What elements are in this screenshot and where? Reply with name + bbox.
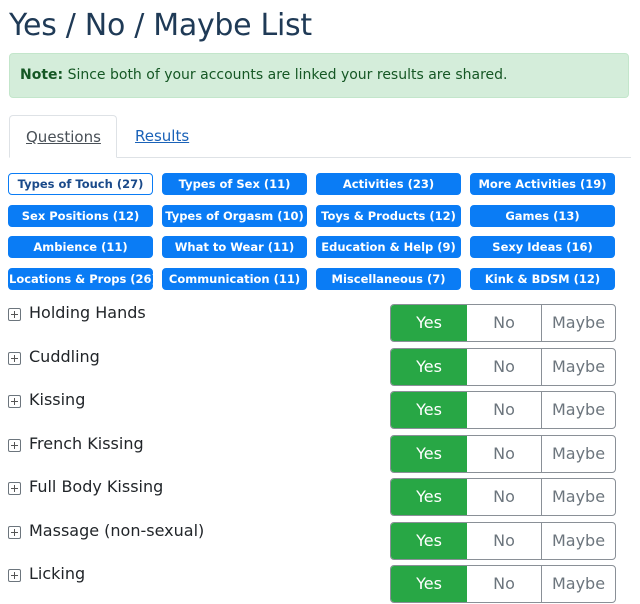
category-button[interactable]: Types of Orgasm (10) [162,204,307,227]
category-button[interactable]: Toys & Products (12) [316,204,461,227]
no-button[interactable]: No [467,566,542,602]
expand-plus-icon[interactable] [8,482,21,495]
answer-button-group: Yes No Maybe [390,565,616,603]
no-button[interactable]: No [467,305,542,341]
category-button[interactable]: Kink & BDSM (12) [470,268,615,291]
question-label: Licking [29,564,86,583]
yes-button[interactable]: Yes [391,305,467,341]
category-button[interactable]: Ambience (11) [8,236,153,259]
maybe-button[interactable]: Maybe [542,305,615,341]
expand-plus-icon[interactable] [8,308,21,321]
category-button[interactable]: Education & Help (9) [316,236,461,259]
note-label: Note: [20,67,64,83]
note-text: Since both of your accounts are linked y… [63,67,508,83]
maybe-button[interactable]: Maybe [542,436,615,472]
question-label: Holding Hands [29,303,146,322]
yes-button[interactable]: Yes [391,479,467,515]
answer-button-group: Yes No Maybe [390,478,616,516]
category-button[interactable]: Types of Touch (27) [8,173,153,195]
question-row: Cuddling Yes No Maybe [0,347,640,387]
yes-button[interactable]: Yes [391,566,467,602]
question-row: Licking Yes No Maybe [0,564,640,604]
no-button[interactable]: No [467,479,542,515]
answer-button-group: Yes No Maybe [390,391,616,429]
answer-button-group: Yes No Maybe [390,521,616,560]
no-button[interactable]: No [467,522,542,559]
question-label: Cuddling [29,346,100,366]
answer-button-group: Yes No Maybe [390,304,616,342]
category-button[interactable]: Miscellaneous (7) [316,268,461,291]
category-button[interactable]: What to Wear (11) [162,236,307,259]
question-label: Full Body Kissing [29,477,164,496]
category-button[interactable]: Sex Positions (12) [8,204,153,227]
category-button[interactable]: Types of Sex (11) [162,173,307,195]
maybe-button[interactable]: Maybe [542,523,615,559]
question-row: Holding Hands Yes No Maybe [0,303,640,343]
category-button[interactable]: Games (13) [470,204,615,227]
tab-results[interactable]: Results [119,115,205,157]
question-row: French Kissing Yes No Maybe [0,434,640,474]
expand-plus-icon[interactable] [8,351,21,365]
category-button[interactable]: Activities (23) [316,173,461,195]
no-button[interactable]: No [467,435,542,472]
expand-plus-icon[interactable] [8,395,21,408]
maybe-button[interactable]: Maybe [542,392,615,428]
no-button[interactable]: No [467,392,542,428]
category-button[interactable]: More Activities (19) [470,173,615,195]
yes-button[interactable]: Yes [391,392,467,428]
question-label: French Kissing [29,433,144,453]
maybe-button[interactable]: Maybe [542,566,615,602]
yes-button[interactable]: Yes [391,348,467,385]
expand-plus-icon[interactable] [8,525,21,539]
maybe-button[interactable]: Maybe [542,479,615,515]
category-button[interactable]: Sexy Ideas (16) [470,236,615,259]
question-row: Kissing Yes No Maybe [0,390,640,430]
question-label: Massage (non-sexual) [29,520,205,540]
tab-questions[interactable]: Questions [9,115,117,158]
category-button[interactable]: Communication (11) [162,268,307,291]
question-row: Massage (non-sexual) Yes No Maybe [0,521,640,561]
yes-button[interactable]: Yes [391,522,467,559]
yes-button[interactable]: Yes [391,435,467,472]
answer-button-group: Yes No Maybe [390,347,616,386]
tab-bar: Questions Results [9,115,631,158]
answer-button-group: Yes No Maybe [390,434,616,473]
expand-plus-icon[interactable] [8,569,21,582]
question-label: Kissing [29,390,86,409]
category-button[interactable]: Locations & Props (26) [8,268,157,291]
expand-plus-icon[interactable] [8,438,21,452]
page-title: Yes / No / Maybe List [9,8,312,43]
no-button[interactable]: No [467,348,542,385]
question-row: Full Body Kissing Yes No Maybe [0,477,640,517]
shared-results-alert: Note: Since both of your accounts are li… [9,53,629,98]
maybe-button[interactable]: Maybe [542,349,615,385]
